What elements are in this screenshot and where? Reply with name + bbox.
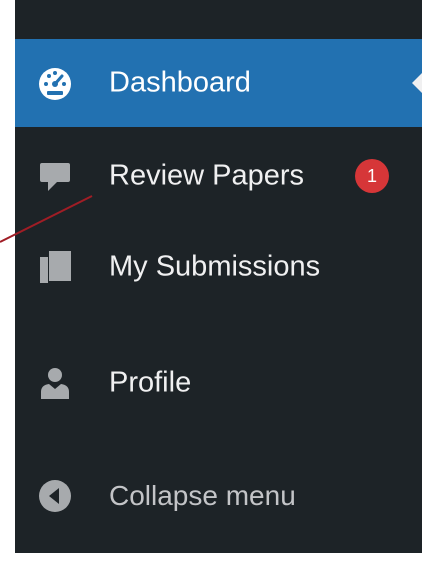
notification-count-badge: 1 bbox=[355, 159, 389, 193]
sidebar-item-review-papers[interactable]: Review Papers 1 bbox=[15, 132, 422, 220]
sidebar-item-label: Dashboard bbox=[109, 66, 251, 99]
collapse-icon bbox=[37, 478, 73, 514]
collapse-menu-label: Collapse menu bbox=[109, 480, 296, 511]
sidebar-item-label: Review Papers bbox=[109, 159, 305, 192]
submissions-icon bbox=[37, 249, 73, 285]
admin-sidebar-menu: Dashboard Review Papers 1 My Submissions bbox=[15, 0, 422, 553]
dashboard-icon bbox=[37, 65, 73, 101]
sidebar-item-dashboard[interactable]: Dashboard bbox=[15, 39, 422, 127]
sidebar-item-my-submissions[interactable]: My Submissions bbox=[15, 223, 422, 311]
sidebar-item-label: My Submissions bbox=[109, 250, 321, 283]
collapse-menu-button[interactable]: Collapse menu bbox=[15, 452, 422, 540]
sidebar-item-profile[interactable]: Profile bbox=[15, 339, 422, 427]
sidebar-item-label: Profile bbox=[109, 366, 192, 399]
screenshot-stage: Dashboard Review Papers 1 My Submissions bbox=[0, 0, 422, 570]
active-item-arrow bbox=[412, 73, 422, 93]
comment-icon bbox=[37, 158, 73, 194]
user-icon bbox=[37, 365, 73, 401]
